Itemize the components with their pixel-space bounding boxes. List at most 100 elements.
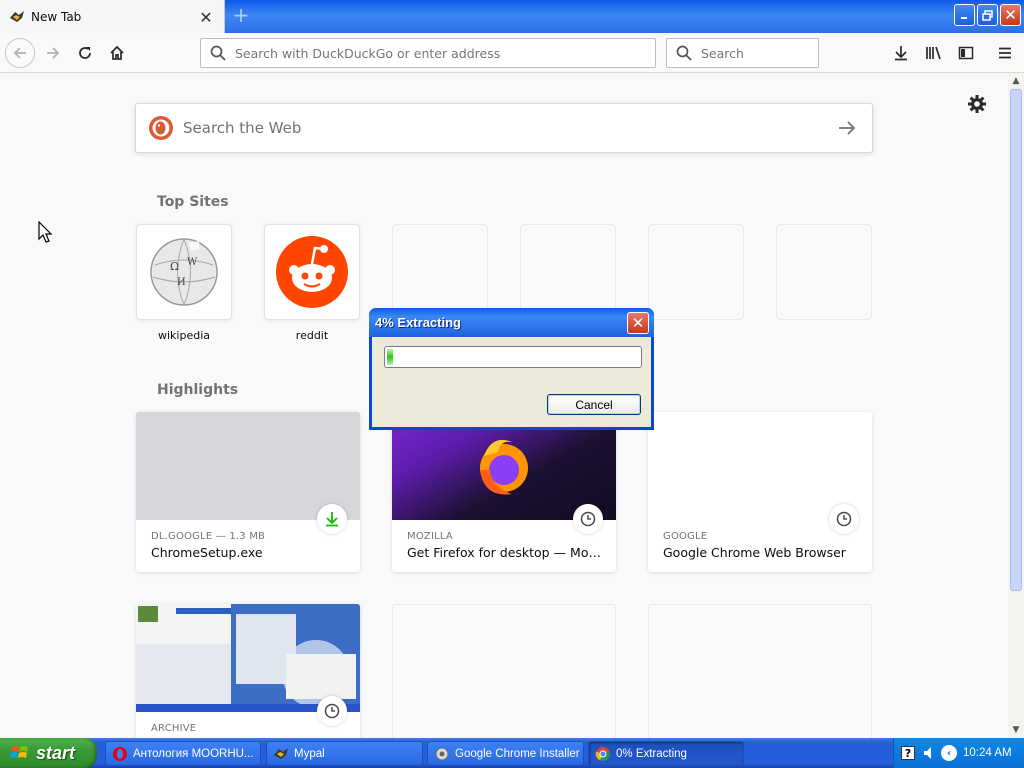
top-site-tile[interactable]: Ω W И <box>136 224 232 320</box>
tab-close-icon[interactable]: ✕ <box>196 7 216 27</box>
installer-icon <box>435 747 449 760</box>
tab-new-tab[interactable]: New Tab ✕ <box>0 0 225 34</box>
taskbar-item-label: Антология MOORHU... <box>133 747 254 760</box>
download-icon <box>326 512 338 527</box>
highlight-source: GOOGLE <box>663 531 708 542</box>
highlight-title: Google Chrome Web Browser <box>663 545 846 560</box>
web-search-box[interactable]: Search the Web <box>135 103 873 153</box>
top-sites-heading: Top Sites <box>157 194 229 210</box>
highlight-title: Get Firefox for desktop — Mozill... <box>407 545 607 560</box>
navigation-toolbar <box>0 33 1024 73</box>
search-input[interactable] <box>701 45 811 61</box>
forward-arrow-icon <box>47 47 60 59</box>
taskbar-item-active[interactable]: 0% Extracting <box>588 741 744 766</box>
chrome-icon <box>595 746 610 761</box>
mouse-cursor-icon <box>38 221 53 243</box>
cancel-button[interactable]: Cancel <box>547 394 641 415</box>
highlight-badge <box>317 696 347 726</box>
search-icon <box>210 45 226 61</box>
search-icon <box>676 45 692 61</box>
new-tab-button[interactable]: + <box>229 4 253 28</box>
hamburger-menu-icon <box>999 47 1011 59</box>
highlight-source: MOZILLA <box>407 531 453 542</box>
highlight-placeholder <box>648 604 872 738</box>
highlights-heading: Highlights <box>157 382 239 398</box>
gear-icon <box>968 95 986 113</box>
taskbar-item-label: 0% Extracting <box>616 747 687 760</box>
top-site-placeholder <box>392 224 488 320</box>
taskbar-item-label: Google Chrome Installer <box>455 747 580 760</box>
highlight-card[interactable]: GOOGLE Google Chrome Web Browser <box>648 412 872 572</box>
title-bar: New Tab ✕ + ✕ <box>0 0 1024 34</box>
highlight-placeholder <box>392 604 616 738</box>
highlight-badge <box>573 504 603 534</box>
tab-title: New Tab <box>31 10 82 24</box>
downloads-button[interactable] <box>886 38 916 68</box>
clock-icon <box>836 511 852 527</box>
wikipedia-globe-icon: Ω W И <box>150 238 218 306</box>
taskbar-item[interactable]: Антология MOORHU... <box>105 741 261 766</box>
reload-button[interactable] <box>70 38 100 68</box>
taskbar-item[interactable]: Mypal <box>266 741 423 766</box>
scroll-up-arrow-icon[interactable]: ▲ <box>1008 73 1024 89</box>
top-site-placeholder <box>776 224 872 320</box>
extracting-dialog: 4% Extracting ✕ Cancel <box>369 308 654 430</box>
taskbar-item-label: Mypal <box>294 747 325 760</box>
highlight-title: ChromeSetup.exe <box>151 545 263 560</box>
scroll-down-arrow-icon[interactable]: ▼ <box>1008 722 1024 738</box>
taskbar: start Антология MOORHU... Mypal Google C… <box>0 738 1024 768</box>
url-input[interactable] <box>235 45 635 61</box>
web-search-placeholder: Search the Web <box>183 119 302 137</box>
highlight-card[interactable]: ARCHIVE <box>136 604 360 738</box>
dialog-close-button[interactable]: ✕ <box>627 312 649 334</box>
vertical-scrollbar[interactable]: ▲ ▼ <box>1008 73 1024 738</box>
restore-button[interactable] <box>977 4 998 26</box>
forward-button[interactable] <box>38 38 68 68</box>
volume-icon[interactable] <box>923 746 935 760</box>
taskbar-item[interactable]: Google Chrome Installer <box>427 741 584 766</box>
highlight-card[interactable]: DL.GOOGLE — 1.3 MB ChromeSetup.exe <box>136 412 360 572</box>
system-tray: ? ‹ 10:24 AM <box>893 738 1024 768</box>
mypal-favicon-icon <box>10 11 24 22</box>
top-site-tile[interactable] <box>264 224 360 320</box>
progress-block <box>387 349 393 365</box>
highlight-badge <box>829 504 859 534</box>
arrow-right-icon[interactable] <box>836 117 858 139</box>
back-button[interactable] <box>5 38 35 68</box>
scroll-thumb[interactable] <box>1010 89 1022 591</box>
close-icon: ✕ <box>631 314 645 332</box>
reload-icon <box>79 47 91 59</box>
windows-logo-icon <box>10 746 28 758</box>
window-close-button[interactable]: ✕ <box>1000 4 1021 26</box>
highlight-badge <box>317 504 347 534</box>
top-site-placeholder <box>520 224 616 320</box>
menu-button[interactable] <box>990 38 1020 68</box>
highlight-source: ARCHIVE <box>151 723 197 734</box>
restore-icon <box>982 9 993 21</box>
highlight-card[interactable]: MOZILLA Get Firefox for desktop — Mozill… <box>392 412 616 572</box>
customize-button[interactable] <box>966 93 988 115</box>
sidebar-button[interactable] <box>951 38 981 68</box>
svg-text:W: W <box>187 257 198 268</box>
library-icon <box>926 46 941 60</box>
url-bar[interactable] <box>200 38 656 68</box>
download-icon <box>895 46 907 61</box>
svg-text:Ω: Ω <box>170 260 179 273</box>
duckduckgo-icon <box>149 116 173 140</box>
mypal-icon <box>274 747 288 759</box>
svg-text:И: И <box>177 277 186 288</box>
close-icon: ✕ <box>1004 6 1017 24</box>
search-bar[interactable] <box>666 38 819 68</box>
dialog-title-bar[interactable]: 4% Extracting ✕ <box>369 308 654 337</box>
opera-icon <box>113 746 127 761</box>
clock-icon <box>580 511 596 527</box>
tray-expand-chevron-icon[interactable]: ‹ <box>941 745 957 761</box>
library-button[interactable] <box>919 38 949 68</box>
highlight-source: DL.GOOGLE — 1.3 MB <box>151 531 266 542</box>
help-icon[interactable]: ? <box>901 746 915 760</box>
home-button[interactable] <box>102 38 132 68</box>
start-button[interactable]: start <box>0 738 97 768</box>
top-site-label: reddit <box>295 329 329 342</box>
home-icon <box>110 45 124 60</box>
minimize-button[interactable] <box>954 4 975 26</box>
